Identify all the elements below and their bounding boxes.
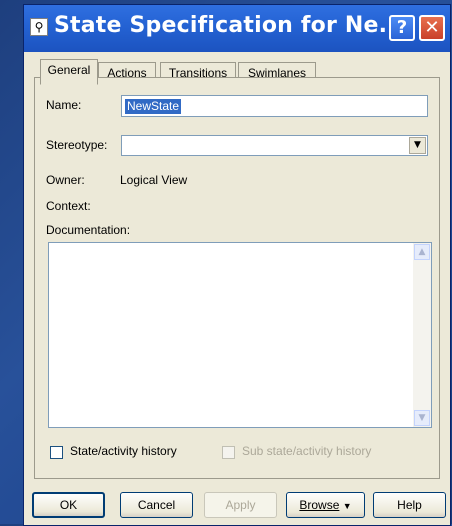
name-label: Name: — [46, 98, 82, 112]
name-field[interactable]: NewState — [121, 95, 428, 117]
browse-button[interactable]: Browse ▼ — [286, 492, 365, 518]
close-button[interactable]: ✕ — [419, 15, 445, 41]
documentation-textarea[interactable]: ▲ ▼ — [48, 242, 432, 428]
documentation-label: Documentation: — [46, 223, 131, 237]
apply-button[interactable]: Apply — [204, 492, 277, 518]
stereotype-label: Stereotype: — [46, 138, 108, 152]
documentation-scrollbar[interactable]: ▲ ▼ — [413, 243, 431, 427]
tab-general[interactable]: General — [40, 59, 98, 85]
state-specification-dialog: ⚲ State Specification for Ne... ? ✕ Gene… — [23, 4, 451, 526]
window-title: State Specification for Ne... — [54, 13, 405, 38]
sub-state-history-checkbox[interactable] — [222, 446, 235, 459]
help-title-button[interactable]: ? — [389, 15, 415, 41]
title-bar[interactable]: ⚲ State Specification for Ne... ? ✕ — [24, 5, 450, 52]
stereotype-dropdown[interactable]: ▼ — [121, 135, 428, 156]
scroll-down-icon[interactable]: ▼ — [414, 410, 430, 426]
owner-label: Owner: — [46, 173, 85, 187]
state-history-label: State/activity history — [70, 444, 177, 458]
browse-label: Browse — [299, 498, 340, 512]
chevron-down-icon[interactable]: ▼ — [409, 137, 426, 154]
context-label: Context: — [46, 199, 91, 213]
sub-state-history-label: Sub state/activity history — [242, 444, 372, 458]
scroll-up-icon[interactable]: ▲ — [414, 244, 430, 260]
owner-value: Logical View — [120, 173, 188, 187]
app-icon: ⚲ — [30, 18, 48, 36]
dropdown-arrow-icon: ▼ — [342, 501, 352, 511]
ok-button[interactable]: OK — [32, 492, 105, 518]
name-value: NewState — [125, 99, 182, 114]
help-button[interactable]: Help — [373, 492, 446, 518]
cancel-button[interactable]: Cancel — [120, 492, 193, 518]
state-history-checkbox[interactable] — [50, 446, 63, 459]
